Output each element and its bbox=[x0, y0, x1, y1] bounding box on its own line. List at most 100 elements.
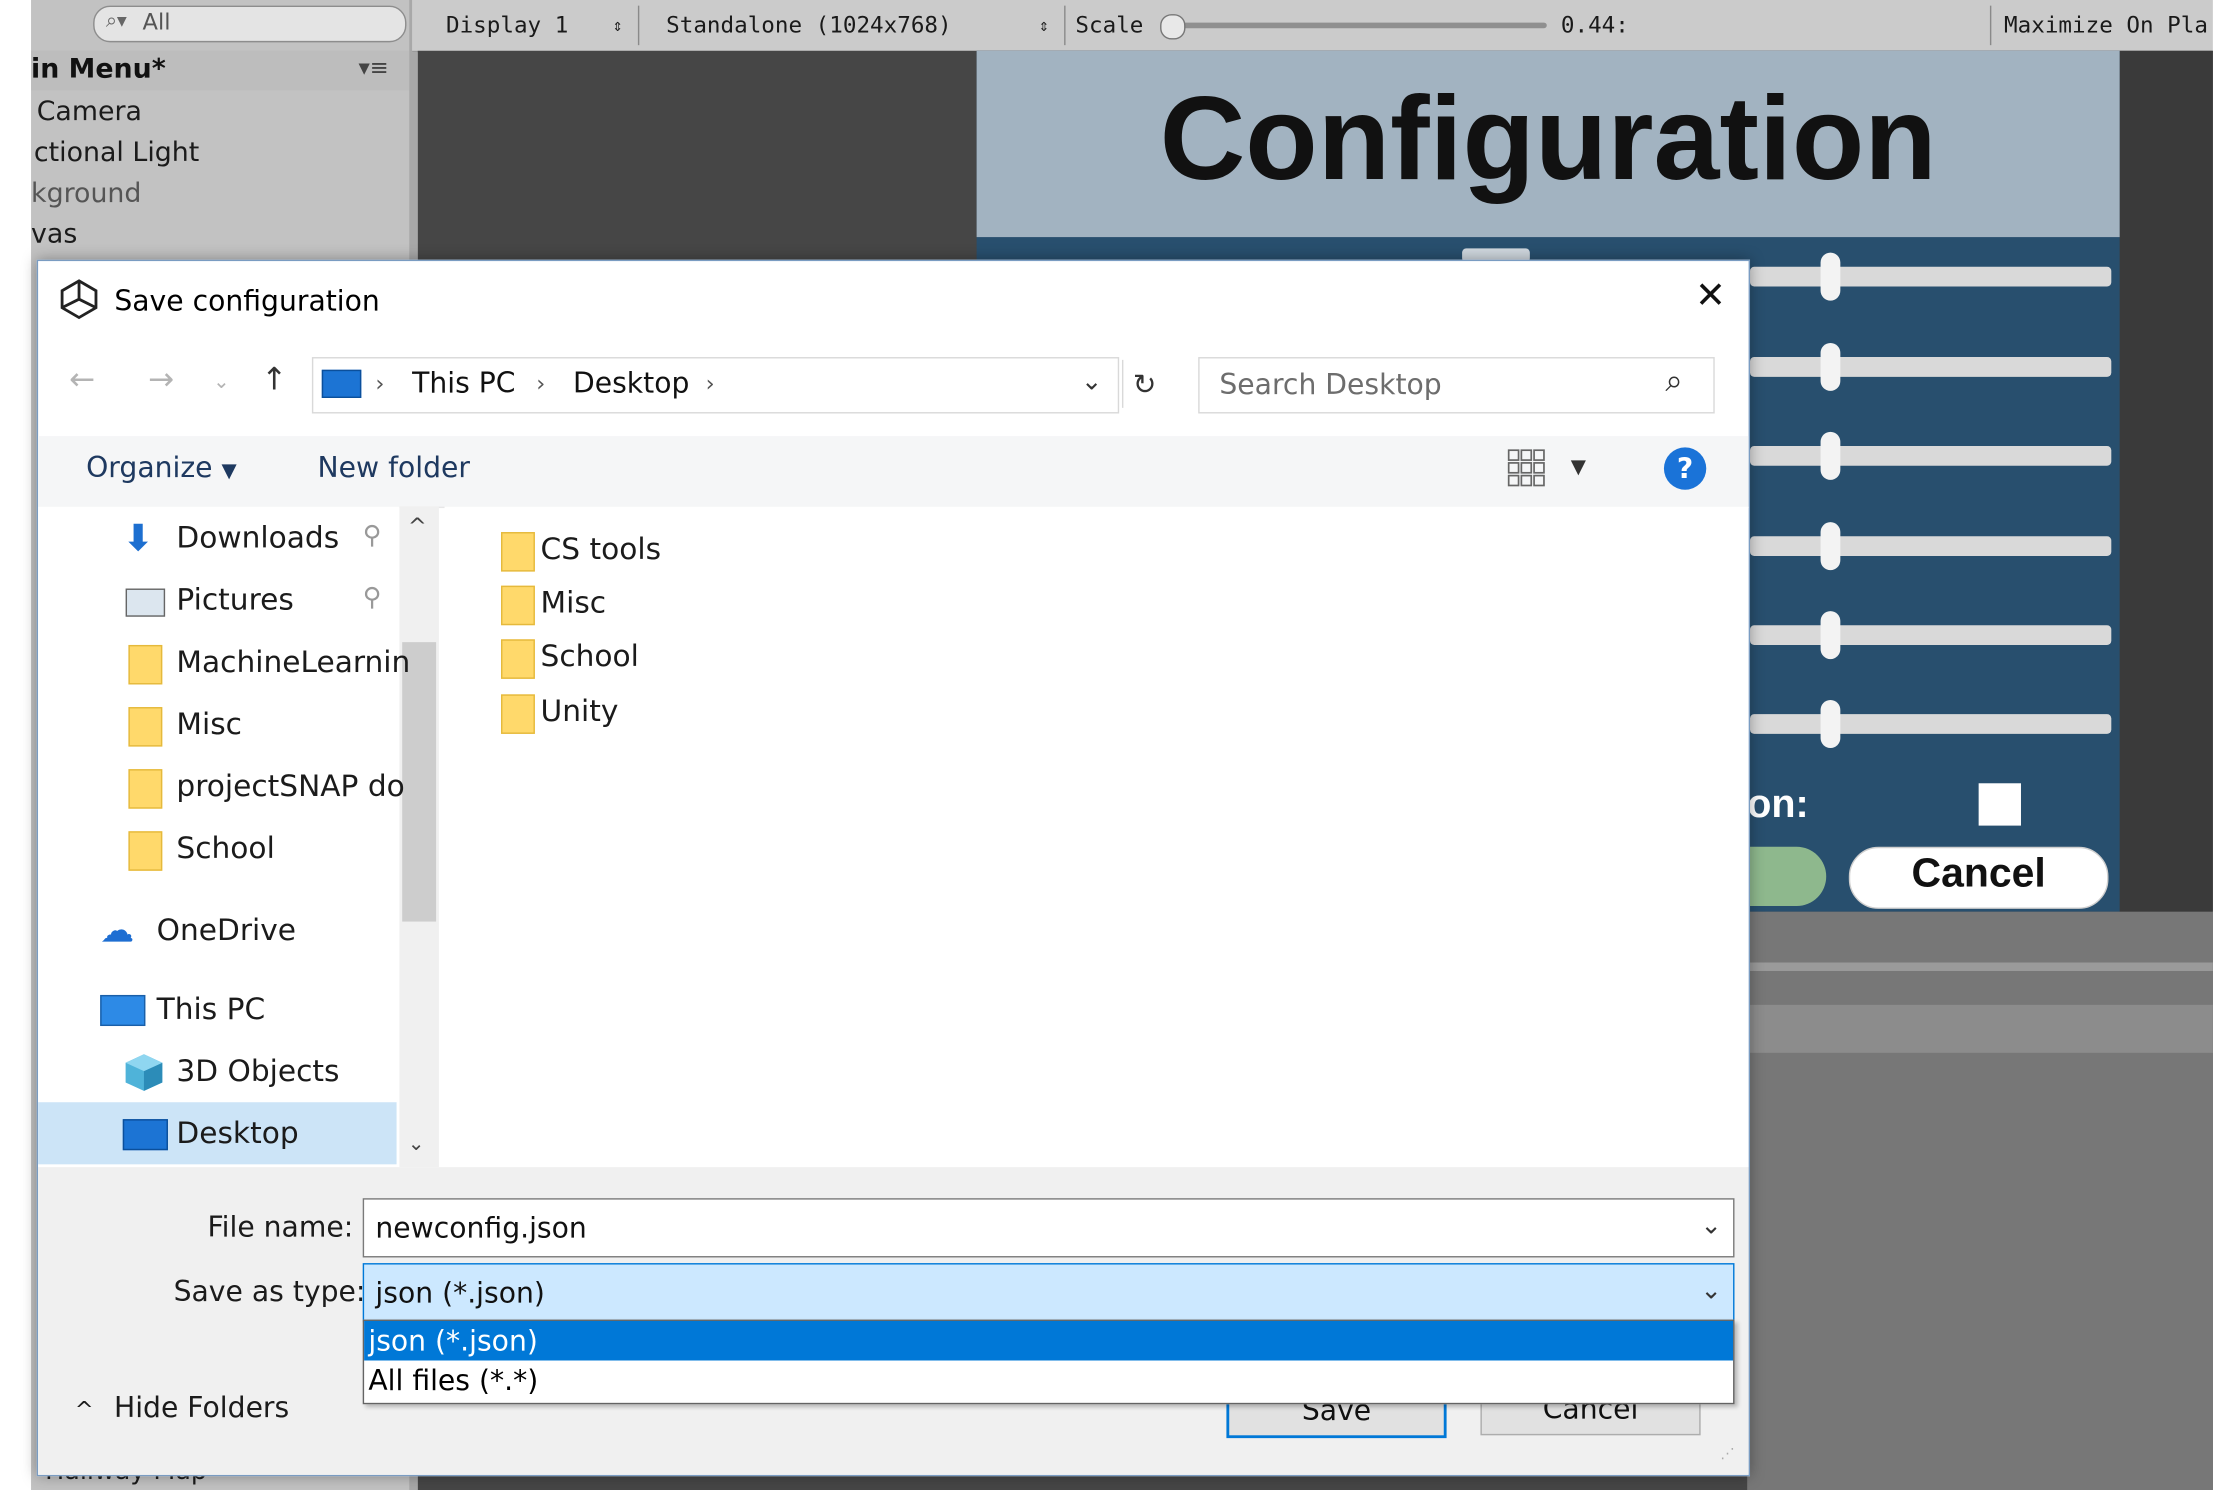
up-arrow-icon[interactable]: ↑ bbox=[261, 363, 287, 398]
config-slider-knob[interactable] bbox=[1820, 342, 1841, 391]
search-icon[interactable]: ⌕ bbox=[1665, 364, 1682, 399]
resolution-dropdown[interactable]: Standalone (1024x768) bbox=[666, 11, 952, 38]
file-name-label: File name: bbox=[207, 1209, 354, 1244]
resize-grip-icon[interactable]: ⋰ bbox=[1720, 1447, 1734, 1463]
nav-item-label: OneDrive bbox=[156, 913, 297, 947]
maximize-on-play-toggle[interactable]: Maximize On Pla bbox=[2004, 11, 2208, 38]
scroll-up-icon[interactable]: ^ bbox=[408, 512, 427, 539]
back-arrow-icon[interactable]: ← bbox=[69, 363, 95, 398]
command-bar bbox=[38, 436, 1749, 509]
inspector-row bbox=[1747, 1004, 2213, 1053]
address-bar[interactable]: › This PC › Desktop › ⌄ bbox=[311, 357, 1120, 414]
game-view-toolbar: Display 1 ⇕ Standalone (1024x768) ⇕ Scal… bbox=[412, 0, 2213, 53]
toolbar-separator bbox=[637, 5, 640, 46]
onedrive-icon: ☁ bbox=[100, 910, 135, 950]
game-view-margin bbox=[2119, 50, 2213, 912]
folder-icon bbox=[128, 644, 163, 685]
save-type-dropdown-list: json (*.json) All files (*.*) bbox=[362, 1319, 1735, 1405]
forward-arrow-icon[interactable]: → bbox=[148, 363, 174, 398]
nav-item-label: 3D Objects bbox=[176, 1054, 340, 1089]
hierarchy-item[interactable]: kground bbox=[31, 178, 141, 209]
nav-item-label: Desktop bbox=[176, 1116, 299, 1151]
refresh-icon[interactable]: ↻ bbox=[1121, 359, 1166, 408]
config-slider-knob[interactable] bbox=[1820, 611, 1841, 660]
file-list bbox=[444, 506, 1749, 1168]
save-type-chevron-icon[interactable]: ⌄ bbox=[1700, 1276, 1721, 1306]
search-desktop-input[interactable]: Search Desktop ⌕ bbox=[1198, 357, 1715, 414]
config-option-label: on: bbox=[1747, 781, 1809, 826]
breadcrumb-desktop[interactable]: Desktop bbox=[573, 366, 689, 400]
file-item-label: School bbox=[540, 639, 639, 674]
inspector-area bbox=[1747, 911, 2213, 1490]
folder-icon bbox=[501, 639, 535, 679]
save-type-select[interactable]: json (*.json) ⌄ bbox=[362, 1263, 1735, 1323]
scale-slider-track[interactable] bbox=[1174, 22, 1547, 29]
nav-item-label: Downloads bbox=[176, 520, 340, 555]
nav-item-label: School bbox=[176, 831, 275, 866]
hierarchy-item[interactable]: Camera bbox=[37, 96, 142, 127]
close-icon[interactable]: ✕ bbox=[1689, 275, 1731, 317]
address-dropdown-chevron-icon[interactable]: ⌄ bbox=[1081, 367, 1102, 397]
config-slider-track[interactable] bbox=[1750, 714, 2112, 734]
hierarchy-search-text: All bbox=[142, 8, 171, 36]
config-slider-knob[interactable] bbox=[1820, 252, 1841, 301]
pin-icon: ⚲ bbox=[362, 582, 382, 613]
download-icon: ⬇ bbox=[122, 517, 154, 561]
nav-item-label: Pictures bbox=[176, 582, 294, 617]
file-item-label: CS tools bbox=[540, 532, 662, 566]
config-cancel-button[interactable]: Cancel bbox=[1848, 846, 2109, 909]
hierarchy-menu-icon[interactable]: ▾≡ bbox=[358, 54, 388, 81]
recent-locations-chevron-icon[interactable]: ⌄ bbox=[213, 371, 230, 394]
hierarchy-search[interactable]: ⌕▾ All bbox=[93, 5, 407, 43]
hierarchy-item[interactable]: ctional Light bbox=[34, 137, 199, 168]
hierarchy-item[interactable]: vas bbox=[31, 219, 77, 250]
config-slider-track[interactable] bbox=[1750, 445, 2112, 466]
config-slider-knob[interactable] bbox=[1820, 700, 1841, 748]
organize-button[interactable]: Organize ▼ bbox=[86, 450, 237, 484]
config-slider-track[interactable] bbox=[1750, 266, 2112, 287]
scroll-down-icon[interactable]: ⌄ bbox=[408, 1133, 425, 1156]
view-caret-down-icon[interactable]: ▼ bbox=[1571, 456, 1586, 479]
help-icon[interactable]: ? bbox=[1663, 447, 1707, 490]
folder-icon bbox=[128, 831, 163, 871]
resolution-dropdown-arrow: ⇕ bbox=[1038, 15, 1049, 36]
save-type-label: Save as type: bbox=[173, 1274, 366, 1309]
file-item-label: Unity bbox=[540, 694, 619, 729]
dialog-title: Save configuration bbox=[114, 283, 380, 318]
config-ok-button[interactable] bbox=[1747, 846, 1827, 907]
nav-item-label: projectSNAP do bbox=[176, 769, 405, 804]
config-checkbox[interactable] bbox=[1978, 783, 2021, 826]
pin-icon: ⚲ bbox=[362, 520, 382, 551]
config-slider-knob[interactable] bbox=[1820, 522, 1841, 571]
config-slider-knob[interactable] bbox=[1820, 431, 1841, 480]
toolbar-separator bbox=[1064, 5, 1066, 46]
screen: ⌕▾ All in Menu* ▾≡ Camera ctional Light … bbox=[0, 0, 2213, 1490]
config-slider-track[interactable] bbox=[1750, 625, 2112, 645]
save-type-option-all-files[interactable]: All files (*.*) bbox=[364, 1360, 1733, 1400]
display-dropdown[interactable]: Display 1 bbox=[446, 11, 568, 38]
save-type-option-json[interactable]: json (*.json) bbox=[364, 1320, 1734, 1361]
config-title: Configuration bbox=[1159, 71, 1937, 205]
breadcrumb-this-pc[interactable]: This PC bbox=[412, 366, 515, 400]
config-slider-track[interactable] bbox=[1750, 357, 2112, 377]
scale-slider-knob[interactable] bbox=[1160, 14, 1186, 40]
config-slider-track[interactable] bbox=[1750, 536, 2112, 557]
file-name-value: newconfig.json bbox=[375, 1210, 587, 1245]
folder-icon bbox=[128, 769, 163, 809]
hide-folders-toggle[interactable]: ^ Hide Folders bbox=[75, 1390, 289, 1424]
view-options-icon[interactable] bbox=[1506, 447, 1548, 489]
cube-icon bbox=[125, 1054, 163, 1091]
chevron-up-icon: ^ bbox=[74, 1395, 94, 1423]
scale-label: Scale bbox=[1075, 11, 1144, 39]
desktop-location-icon bbox=[321, 369, 362, 398]
file-item-label: Misc bbox=[540, 585, 607, 620]
nav-item-label: MachineLearnin bbox=[176, 644, 411, 679]
file-name-chevron-icon[interactable]: ⌄ bbox=[1700, 1211, 1721, 1241]
folder-icon bbox=[501, 585, 535, 626]
file-name-input[interactable]: newconfig.json ⌄ bbox=[362, 1198, 1735, 1258]
search-icon: ⌕▾ bbox=[105, 9, 127, 33]
new-folder-button[interactable]: New folder bbox=[318, 450, 470, 484]
nav-scrollbar-thumb[interactable] bbox=[402, 642, 437, 922]
desktop-icon bbox=[122, 1119, 168, 1151]
caret-down-icon: ▼ bbox=[221, 460, 237, 483]
